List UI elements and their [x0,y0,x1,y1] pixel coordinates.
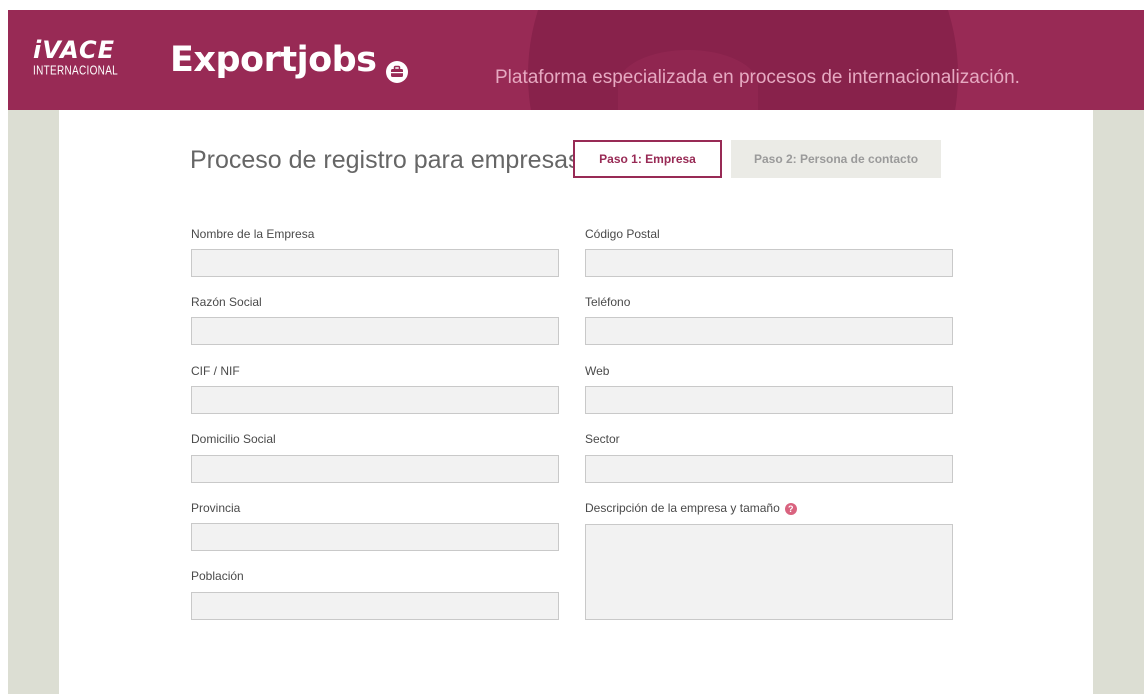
business-name-label: Razón Social [191,295,262,309]
company-name-input[interactable] [191,249,559,277]
brand-title[interactable]: Exportjobs [170,38,409,83]
tax-id-input[interactable] [191,386,559,414]
page-title: Proceso de registro para empresas [190,146,581,174]
town-input[interactable] [191,592,559,620]
phone-label: Teléfono [585,295,631,309]
description-label: Descripción de la empresa y tamaño [585,501,780,515]
tagline: Plataforma especializada en procesos de … [495,67,1020,88]
web-label: Web [585,364,610,378]
header-banner: iVACE INTERNACIONAL Exportjobs Plataform… [8,10,1144,110]
description-textarea[interactable] [585,524,953,620]
right-side-column [1093,110,1144,694]
web-input[interactable] [585,386,953,414]
left-side-column [8,110,59,694]
tax-id-label: CIF / NIF [191,364,240,378]
address-input[interactable] [191,455,559,483]
logo-main-text: iVACE [33,36,116,64]
brand-text: Exportjobs [170,40,377,80]
briefcase-icon [385,51,409,83]
sector-input[interactable] [585,455,953,483]
postal-code-label: Código Postal [585,227,660,241]
logo-sub-text: INTERNACIONAL [33,64,119,79]
step-2-tab[interactable]: Paso 2: Persona de contacto [731,140,941,178]
question-icon[interactable]: ? [784,502,797,515]
page: iVACE INTERNACIONAL Exportjobs Plataform… [0,0,1144,694]
sector-label: Sector [585,432,620,446]
ivace-logo[interactable]: iVACE INTERNACIONAL [33,36,119,79]
address-label: Domicilio Social [191,432,276,446]
description-label-row: Descripción de la empresa y tamaño? [585,501,797,515]
step-1-tab[interactable]: Paso 1: Empresa [573,140,722,178]
province-label: Provincia [191,501,241,515]
phone-input[interactable] [585,317,953,345]
business-name-input[interactable] [191,317,559,345]
town-label: Población [191,569,244,583]
postal-code-input[interactable] [585,249,953,277]
company-name-label: Nombre de la Empresa [191,227,315,241]
province-input[interactable] [191,523,559,551]
